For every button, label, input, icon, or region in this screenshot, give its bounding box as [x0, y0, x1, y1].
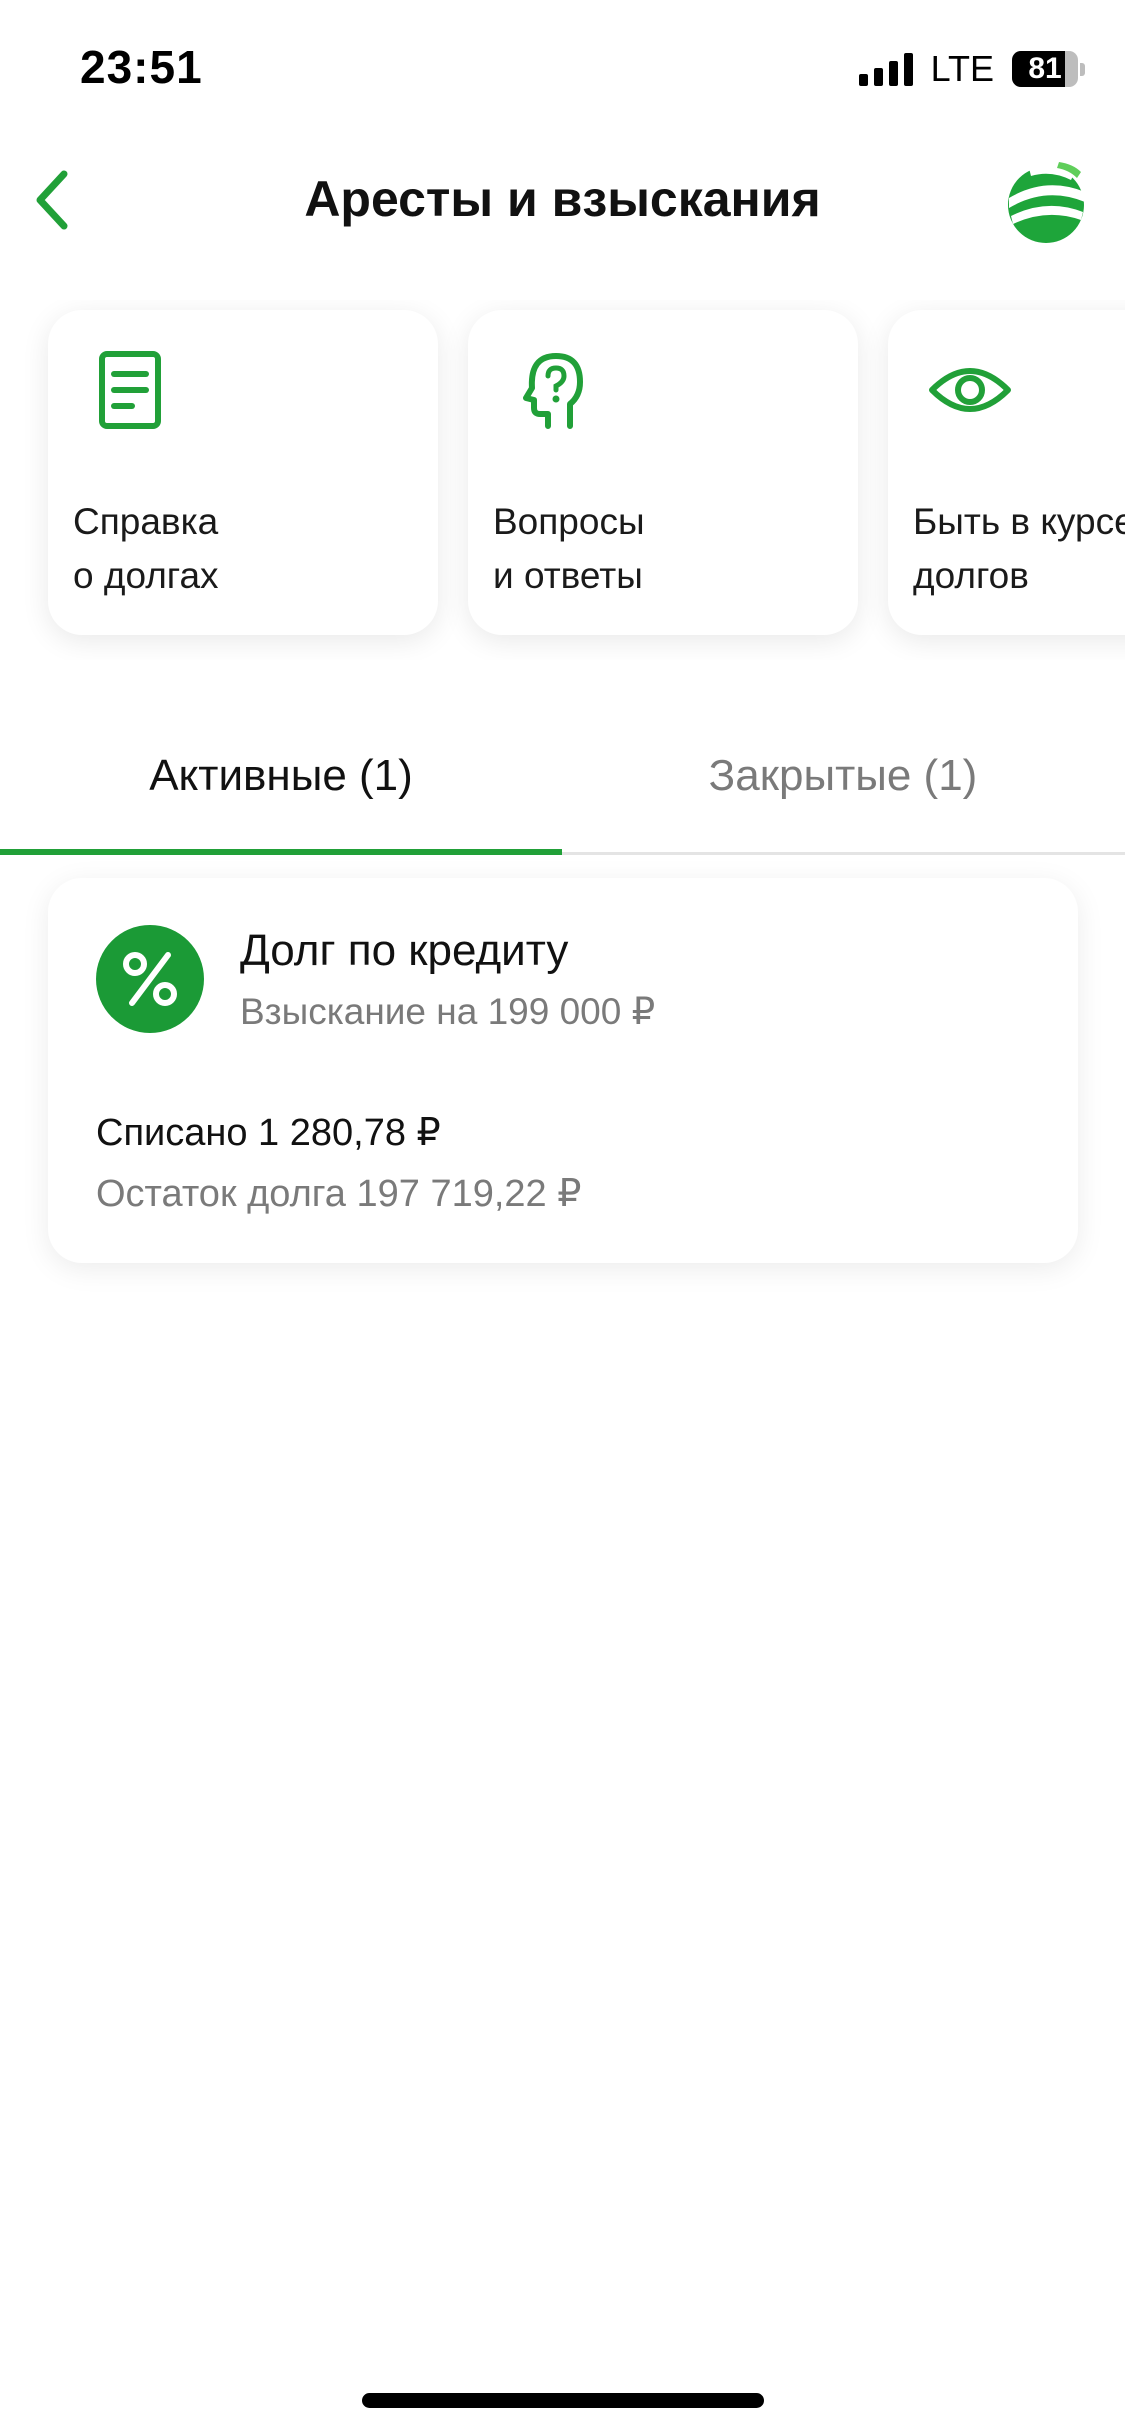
quick-action-label: Вопросы и ответы	[493, 501, 645, 596]
app-screen: 23:51 LTE 81 Аресты и взыскания Справка …	[0, 0, 1125, 2436]
status-bar: 23:51 LTE 81	[0, 0, 1125, 140]
header: Аресты и взыскания	[0, 140, 1125, 260]
battery-percentage: 81	[1028, 52, 1062, 85]
quick-action-faq[interactable]: Вопросы и ответы	[468, 310, 858, 635]
network-type: LTE	[930, 48, 994, 89]
page-title: Аресты и взыскания	[304, 171, 821, 227]
head-question-icon	[523, 353, 583, 429]
debt-remainder: Остаток долга 197 719,22 ₽	[96, 1173, 582, 1215]
battery-cap	[1080, 62, 1085, 76]
eye-icon	[929, 368, 1011, 412]
document-icon	[99, 351, 161, 429]
quick-action-label: Быть в курсе долгов	[913, 501, 1125, 596]
quick-action-track-debts[interactable]: Быть в курсе долгов	[888, 310, 1125, 635]
status-time: 23:51	[80, 41, 203, 93]
home-indicator[interactable]	[362, 2393, 764, 2408]
debt-title: Долг по кредиту	[240, 926, 569, 975]
sber-logo[interactable]	[1001, 158, 1091, 248]
quick-action-debt-certificate[interactable]: Справка о долгах	[48, 310, 438, 635]
sber-logo-icon	[1008, 162, 1085, 243]
tab-closed[interactable]: Закрытые (1)	[562, 700, 1124, 852]
signal-strength-icon	[858, 52, 913, 86]
quick-action-label: Справка о долгах	[73, 501, 219, 596]
tabs: Активные (1) Закрытые (1)	[0, 700, 1125, 855]
debt-card[interactable]: Долг по кредиту Взыскание на 199 000 ₽ С…	[48, 878, 1078, 1263]
percent-icon	[123, 952, 177, 1006]
status-indicators: LTE 81	[858, 48, 1085, 90]
debt-collection-amount: Взыскание на 199 000 ₽	[240, 991, 656, 1032]
quick-actions-carousel[interactable]: Справка о долгах Вопросы и ответы Быть в…	[0, 300, 1125, 660]
percent-icon-badge	[96, 925, 204, 1033]
debt-written-off: Списано 1 280,78 ₽	[96, 1112, 441, 1154]
battery-icon: 81	[1012, 51, 1078, 87]
tab-indicator	[0, 849, 562, 855]
tab-active[interactable]: Активные (1)	[0, 700, 562, 852]
